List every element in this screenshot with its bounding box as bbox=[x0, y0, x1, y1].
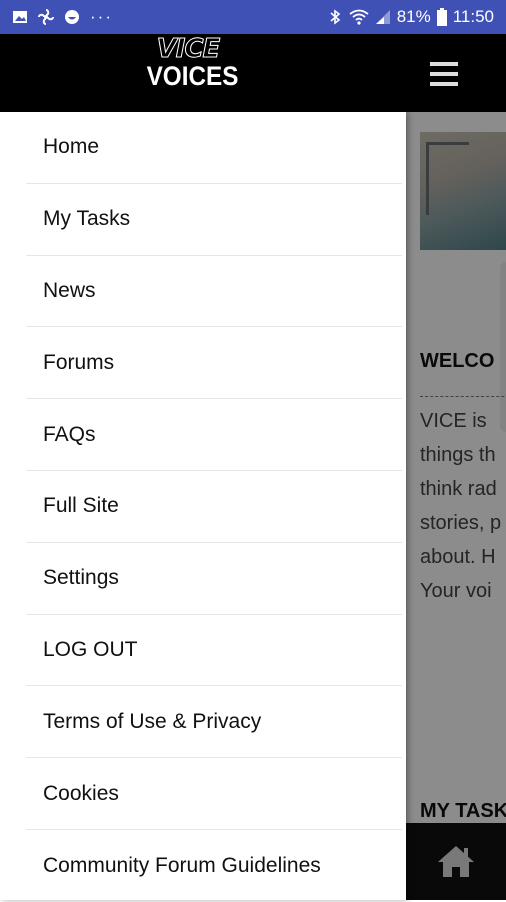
clock: 11:50 bbox=[452, 7, 494, 26]
menu-item-news[interactable]: News bbox=[26, 256, 402, 328]
gallery-icon bbox=[13, 11, 27, 23]
hamburger-menu-icon[interactable] bbox=[430, 62, 458, 88]
logo-voices-text: VOICES bbox=[146, 61, 239, 91]
face-icon bbox=[65, 10, 79, 24]
logo-vice-text: VICE bbox=[156, 34, 221, 64]
menu-item-settings[interactable]: Settings bbox=[26, 543, 402, 615]
menu-item-terms-privacy[interactable]: Terms of Use & Privacy bbox=[26, 686, 402, 759]
signal-icon bbox=[375, 10, 390, 24]
battery-icon bbox=[436, 8, 447, 26]
menu-item-cookies[interactable]: Cookies bbox=[26, 758, 402, 830]
navigation-drawer: Home My Tasks News Forums FAQs Full Site… bbox=[0, 112, 406, 900]
status-bar: ··· 81% 11:50 bbox=[0, 0, 506, 34]
drawer-scrim[interactable] bbox=[406, 112, 506, 900]
drawer-menu: Home My Tasks News Forums FAQs Full Site… bbox=[0, 112, 406, 902]
battery-percent: 81% bbox=[396, 7, 431, 26]
menu-item-community-guidelines[interactable]: Community Forum Guidelines bbox=[26, 830, 402, 902]
menu-item-faqs[interactable]: FAQs bbox=[26, 399, 402, 471]
more-icon: ··· bbox=[90, 7, 113, 26]
menu-item-home[interactable]: Home bbox=[26, 112, 402, 184]
app-header: VICE VOICES bbox=[0, 34, 506, 112]
vice-voices-logo[interactable]: VICE VOICES bbox=[142, 34, 239, 94]
menu-item-full-site[interactable]: Full Site bbox=[26, 471, 402, 543]
bluetooth-icon bbox=[330, 9, 340, 25]
fan-icon bbox=[38, 9, 54, 25]
menu-item-forums[interactable]: Forums bbox=[26, 327, 402, 400]
wifi-icon bbox=[349, 9, 369, 25]
menu-item-my-tasks[interactable]: My Tasks bbox=[26, 184, 402, 256]
menu-item-log-out[interactable]: LOG OUT bbox=[26, 615, 402, 687]
